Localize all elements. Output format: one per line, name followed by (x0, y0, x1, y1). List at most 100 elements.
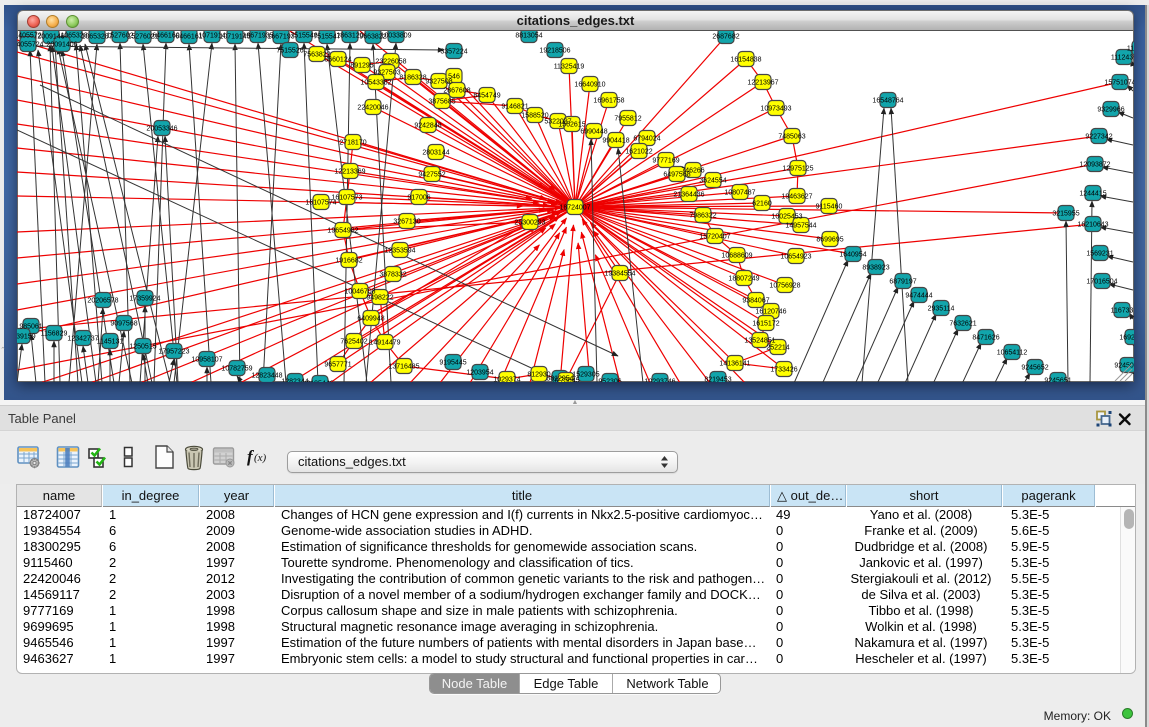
svg-text:16107574: 16107574 (305, 200, 336, 207)
svg-text:546: 546 (448, 74, 460, 81)
svg-text:8471626: 8471626 (972, 335, 999, 342)
svg-text:16548764: 16548764 (872, 98, 903, 105)
svg-text:14136141: 14136141 (719, 361, 750, 368)
svg-text:23226058: 23226058 (375, 59, 406, 66)
svg-text:2718170: 2718170 (339, 140, 366, 147)
svg-text:8454749: 8454749 (473, 93, 500, 100)
svg-text:11325419: 11325419 (554, 64, 585, 71)
svg-text:7625402: 7625402 (340, 339, 367, 346)
svg-text:7515526: 7515526 (276, 48, 303, 55)
svg-text:10973493: 10973493 (760, 106, 791, 113)
svg-text:812930: 812930 (527, 372, 550, 379)
svg-text:12213369: 12213369 (334, 169, 365, 176)
svg-text:6879197: 6879197 (889, 279, 916, 286)
svg-text:9777169: 9777169 (652, 158, 679, 165)
svg-text:15751074: 15751074 (1104, 80, 1134, 87)
svg-text:1282344: 1282344 (281, 379, 308, 383)
svg-text:9273645: 9273645 (552, 378, 579, 383)
svg-text:12353594: 12353594 (384, 248, 415, 255)
svg-text:18724007: 18724007 (559, 205, 590, 212)
svg-text:1569231: 1569231 (1086, 251, 1113, 258)
svg-text:15720407: 15720407 (699, 234, 730, 241)
svg-text:8938923: 8938923 (862, 265, 889, 272)
svg-text:10958107: 10958107 (191, 357, 222, 364)
svg-text:9115460: 9115460 (816, 204, 843, 211)
svg-text:1733426: 1733426 (770, 367, 797, 374)
svg-text:14914479: 14914479 (369, 340, 400, 347)
svg-text:252214: 252214 (766, 345, 789, 352)
svg-text:1621022: 1621022 (625, 149, 652, 156)
svg-text:116733: 116733 (1111, 308, 1134, 315)
svg-text:8186328: 8186328 (399, 75, 426, 82)
svg-text:10293746: 10293746 (644, 379, 675, 383)
svg-text:1615172: 1615172 (752, 321, 779, 328)
svg-text:(x): (x) (254, 452, 267, 464)
svg-text:20053346: 20053346 (146, 126, 177, 133)
svg-text:10756928: 10756928 (769, 283, 800, 290)
svg-text:1692451: 1692451 (1119, 335, 1134, 342)
svg-text:9474444: 9474444 (905, 293, 932, 300)
svg-text:1640954: 1640954 (839, 252, 866, 259)
svg-text:16961758: 16961758 (593, 98, 624, 105)
svg-text:917006: 917006 (407, 195, 430, 202)
svg-text:1203954: 1203954 (466, 370, 493, 377)
svg-text:14055724: 14055724 (17, 42, 44, 49)
svg-text:1156829: 1156829 (41, 331, 68, 338)
svg-text:17016504: 17016504 (1086, 279, 1117, 286)
svg-text:10543382: 10543382 (360, 80, 391, 87)
svg-text:8660124: 8660124 (324, 57, 351, 64)
svg-text:19384554: 19384554 (604, 271, 635, 278)
svg-text:8699695: 8699695 (816, 237, 843, 244)
svg-text:9146821: 9146821 (501, 104, 528, 111)
svg-text:14957544: 14957544 (785, 223, 816, 230)
svg-text:22420046: 22420046 (357, 105, 388, 112)
svg-text:9384067: 9384067 (742, 298, 769, 305)
svg-text:25300293: 25300293 (514, 220, 545, 227)
svg-text:9242848: 9242848 (414, 123, 441, 130)
svg-text:9245651: 9245651 (1044, 378, 1071, 383)
svg-text:6794024: 6794024 (633, 136, 660, 143)
svg-text:8219453: 8219453 (704, 377, 731, 383)
svg-text:19463627: 19463627 (781, 194, 812, 201)
svg-text:9427552: 9427552 (418, 172, 445, 179)
svg-text:9097568: 9097568 (110, 321, 137, 328)
svg-text:13716485: 13716485 (388, 364, 419, 371)
svg-text:3878332: 3878332 (379, 272, 406, 279)
svg-text:1916682: 1916682 (335, 258, 362, 265)
svg-text:9245012: 9245012 (1114, 363, 1134, 370)
svg-text:10807487: 10807487 (724, 190, 755, 197)
svg-text:12093872: 12093872 (1079, 162, 1110, 169)
svg-text:3357224: 3357224 (440, 49, 467, 56)
svg-text:17359924: 17359924 (129, 296, 160, 303)
svg-text:12975125: 12975125 (782, 166, 813, 173)
svg-text:9227342: 9227342 (1085, 134, 1112, 141)
svg-text:746266: 746266 (681, 168, 704, 175)
svg-text:16640910: 16640910 (574, 82, 605, 89)
svg-text:1145131: 1145131 (97, 339, 124, 346)
svg-text:2867608: 2867608 (443, 88, 470, 95)
svg-text:1029374: 1029374 (493, 377, 520, 383)
svg-text:10688609: 10688609 (721, 253, 752, 260)
svg-text:2687682: 2687682 (712, 34, 739, 41)
svg-text:9657771: 9657771 (324, 362, 351, 369)
svg-text:9498222: 9498222 (366, 295, 393, 302)
svg-text:16154838: 16154838 (730, 57, 761, 64)
svg-text:8813054: 8813054 (515, 33, 542, 40)
svg-text:2803144: 2803144 (422, 150, 449, 157)
svg-text:10025453: 10025453 (771, 214, 802, 221)
svg-text:7485063: 7485063 (778, 134, 805, 141)
svg-text:20091406: 20091406 (46, 42, 77, 49)
svg-text:7955812: 7955812 (614, 116, 641, 123)
svg-text:62160: 62160 (752, 201, 772, 208)
svg-text:9195445: 9195445 (439, 360, 466, 367)
svg-text:10654923: 10654923 (780, 254, 811, 261)
svg-text:6990448: 6990448 (580, 129, 607, 136)
svg-text:2935114: 2935114 (928, 306, 955, 313)
svg-text:19218506: 19218506 (539, 48, 570, 55)
svg-text:1112954: 1112954 (1127, 46, 1134, 53)
svg-text:3267130: 3267130 (393, 219, 420, 226)
svg-text:16210643: 16210643 (1077, 222, 1108, 229)
svg-text:9904418: 9904418 (602, 138, 629, 145)
svg-text:12213967: 12213967 (747, 80, 778, 87)
svg-text:7986322: 7986322 (689, 213, 716, 220)
